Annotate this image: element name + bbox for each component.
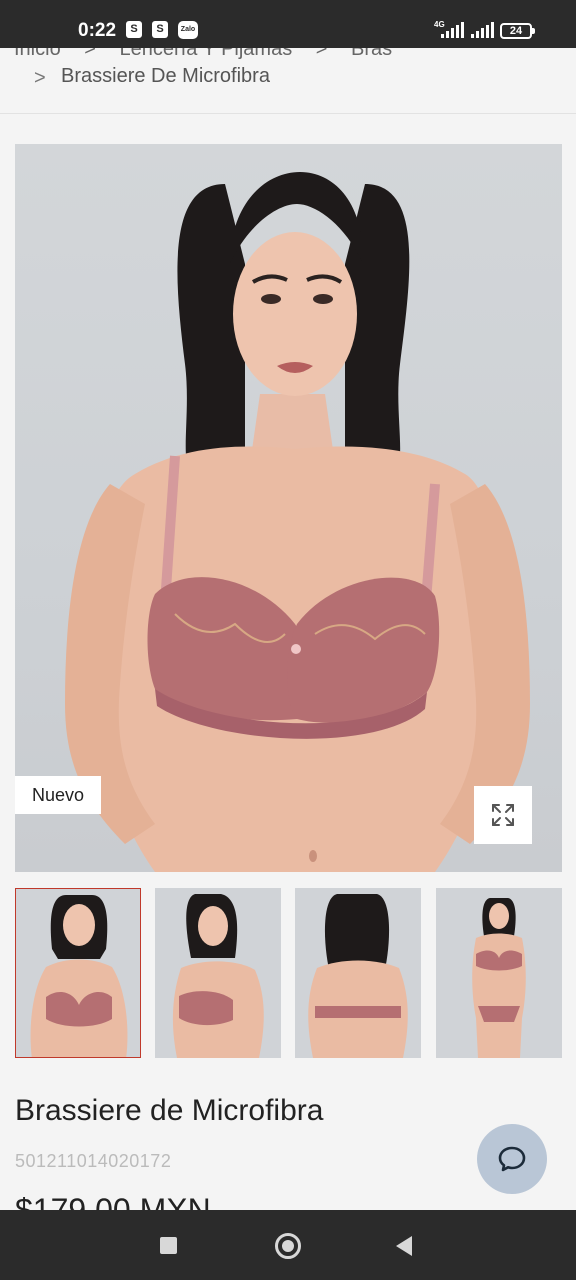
thumbnail-image <box>30 895 128 1057</box>
breadcrumb-current-row: > Brassiere De Microfibra <box>0 60 576 114</box>
status-time: 0:22 <box>78 20 117 41</box>
chat-button[interactable] <box>477 1124 547 1194</box>
status-bar: 0:22 S S Zalo 4G 24 <box>0 0 576 48</box>
back-button[interactable] <box>396 1236 412 1256</box>
battery-icon: 24 <box>500 23 535 39</box>
thumbnail-side[interactable] <box>155 888 281 1058</box>
product-title: Brassiere de Microfibra <box>15 1094 324 1127</box>
thumbnail-image-4 <box>472 898 526 1058</box>
navigation-bar <box>0 1210 576 1280</box>
recents-button[interactable] <box>160 1237 177 1254</box>
thumbnail-image-2 <box>172 894 264 1058</box>
shopee-notification-icon-2: S <box>152 21 168 38</box>
product-main-image[interactable] <box>15 144 562 872</box>
thumbnail-full-body[interactable] <box>436 888 562 1058</box>
new-badge: Nuevo <box>15 776 101 814</box>
breadcrumb-separator: > <box>84 48 96 60</box>
breadcrumb-inicio[interactable]: Inicio <box>14 48 61 60</box>
screen: 0:22 S S Zalo 4G 24 Inicio > Lencería Y … <box>0 0 576 1280</box>
chevron-right-icon: > <box>34 67 46 89</box>
model-photo <box>65 172 530 872</box>
thumbnail-image-3 <box>308 894 408 1058</box>
breadcrumb-lenceria[interactable]: Lencería Y Pijamas <box>120 48 293 60</box>
shopee-notification-icon: S <box>126 21 142 38</box>
thumbnail-front[interactable] <box>15 888 141 1058</box>
breadcrumb-bras[interactable]: Bras <box>351 48 392 60</box>
product-price-wrap: $179.00 MXN <box>0 1188 576 1210</box>
breadcrumb-separator-2: > <box>315 48 328 60</box>
expand-icon <box>492 804 514 826</box>
product-price: $179.00 MXN <box>15 1192 211 1210</box>
expand-image-button[interactable] <box>474 786 532 844</box>
home-button[interactable] <box>275 1233 301 1259</box>
product-sku: 501211014020172 <box>15 1151 172 1171</box>
zalo-notification-icon: Zalo <box>178 21 198 39</box>
thumbnail-back[interactable] <box>295 888 421 1058</box>
signal-icon-2 <box>471 22 494 38</box>
signal-icon <box>441 22 464 38</box>
breadcrumb-current: Brassiere De Microfibra <box>61 65 270 87</box>
chat-bubble-icon <box>498 1146 526 1172</box>
